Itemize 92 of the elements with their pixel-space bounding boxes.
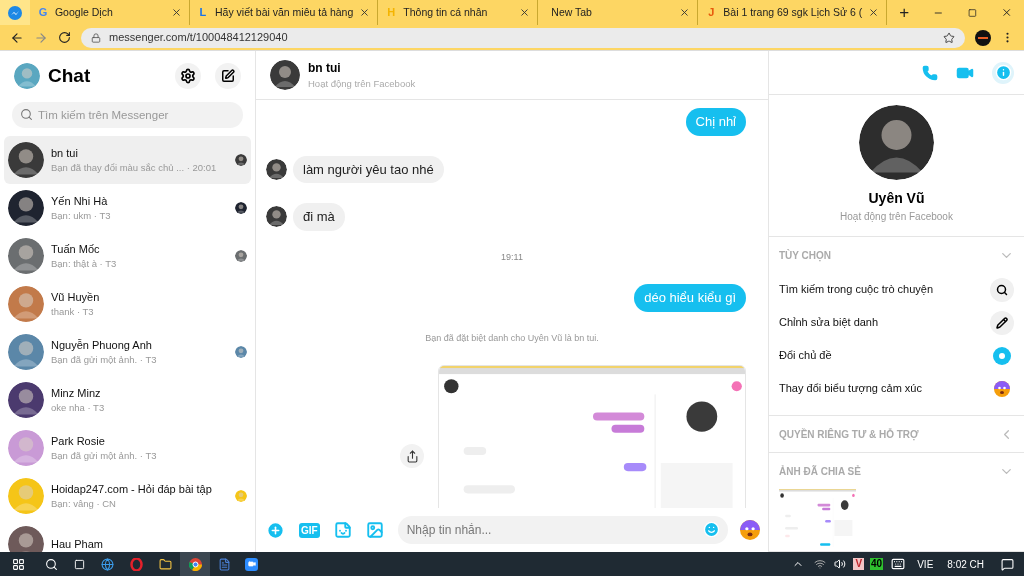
contact-name: Hoidap247.com - Hỏi đáp bài tập xyxy=(51,481,213,497)
document-icon[interactable] xyxy=(218,557,231,571)
contact-name: Tuấn Mốc xyxy=(51,241,101,257)
sent-message: déo hiểu kiểu gì xyxy=(634,284,746,312)
messenger-icon xyxy=(7,5,22,20)
conversation-item[interactable]: bn tui Bạn đã thay đổi màu sắc chủ ... · 20:01 xyxy=(4,136,251,184)
gear-icon xyxy=(180,68,196,84)
message-preview: thank · T3 xyxy=(51,305,95,320)
emoji-icon xyxy=(740,520,760,540)
folder-icon[interactable] xyxy=(159,557,172,571)
tab-title: New Tab xyxy=(551,4,593,20)
settings-button[interactable] xyxy=(175,63,201,89)
task-view-icon[interactable] xyxy=(74,558,85,570)
close-icon[interactable] xyxy=(359,7,371,18)
opera-icon[interactable] xyxy=(130,557,143,571)
sender-avatar xyxy=(266,158,287,180)
close-icon[interactable] xyxy=(170,7,182,18)
sender-avatar xyxy=(266,206,287,228)
option-item[interactable]: Thay đổi biểu tượng cảm xúc xyxy=(769,372,1024,405)
close-icon[interactable] xyxy=(1000,6,1012,19)
taskbar-app[interactable] xyxy=(180,552,210,576)
contact-name: Vũ Huyền xyxy=(51,289,101,305)
contact-name: Nguyễn Phuong Anh xyxy=(51,337,153,353)
message-preview: Bạn đã gửi một ảnh. · T3 xyxy=(51,353,158,368)
wifi-icon[interactable] xyxy=(814,558,827,570)
share-button[interactable] xyxy=(400,444,424,468)
search-icon xyxy=(990,277,1014,302)
timestamp: 19:11 xyxy=(501,250,523,264)
profile-status: Hoạt động trên Facebook xyxy=(840,210,953,224)
maximize-icon[interactable] xyxy=(967,7,977,18)
received-message: đi mà xyxy=(293,203,345,231)
address-bar[interactable]: messenger.com/t/100048412129040 xyxy=(81,27,965,48)
pencil-icon xyxy=(990,310,1014,335)
received-message: làm người yêu tao nhé xyxy=(293,155,444,183)
search-icon xyxy=(20,108,33,121)
contact-name: Park Rosie xyxy=(51,433,106,449)
tab-title: Google Dịch xyxy=(54,4,114,20)
tray-badge[interactable]: 40 xyxy=(870,558,884,570)
option-item[interactable]: Đổi chủ đề xyxy=(769,339,1024,372)
contact-name: bn tui xyxy=(51,145,79,161)
contact-name: Minz Minz xyxy=(51,385,102,401)
user-avatar xyxy=(14,63,40,89)
tab-title: Hãy viết bài văn miêu tả hàng xyxy=(214,4,354,20)
system-notice: Bạn đã đặt biệt danh cho Uyên Vũ là bn tui. xyxy=(425,331,599,345)
close-icon[interactable] xyxy=(868,7,880,18)
new-tab-button[interactable]: + xyxy=(887,4,922,21)
chrome-icon xyxy=(188,557,202,571)
chat-status: Hoạt động trên Facebook xyxy=(308,76,416,91)
message-field[interactable]: Nhập tin nhắn... xyxy=(397,516,728,544)
back-icon[interactable] xyxy=(10,30,24,45)
emoji-icon xyxy=(994,380,1010,397)
message-preview: Bạn đã gửi một ảnh. · T3 xyxy=(51,449,158,464)
zoom-icon[interactable] xyxy=(245,557,258,571)
site-favicon: H xyxy=(386,5,397,20)
theme-icon xyxy=(993,346,1011,365)
globe-icon[interactable] xyxy=(101,557,114,571)
message-preview: Bạn: vâng · CN xyxy=(51,497,117,512)
keyboard-icon[interactable] xyxy=(891,557,906,571)
site-favicon: G xyxy=(37,5,49,20)
clock[interactable]: 8:02 CH xyxy=(947,556,984,572)
chat-title: bn tui xyxy=(308,59,342,77)
contact-name: Yến Nhi Hà xyxy=(51,193,109,209)
chat-heading: Chat xyxy=(48,63,92,88)
message-preview: oke nha · T3 xyxy=(51,401,106,416)
notification-icon[interactable] xyxy=(1001,557,1014,571)
tab-title: Thông tin cá nhân xyxy=(403,4,489,20)
site-favicon: J xyxy=(707,5,716,20)
share-icon xyxy=(405,449,419,463)
tab-title: Bài 1 trang 69 sgk Lịch Sử 6 ( xyxy=(723,4,863,20)
start-icon[interactable] xyxy=(12,557,25,571)
compose-icon xyxy=(221,69,235,83)
sent-message: Chị nhỉ xyxy=(685,108,746,136)
option-item[interactable]: Chỉnh sửa biệt danh xyxy=(769,306,1024,339)
option-item[interactable]: Tìm kiếm trong cuộc trò chuyện xyxy=(769,273,1024,306)
contact-name: Hau Pham xyxy=(51,536,104,552)
message-preview: Bạn đã thay đổi màu sắc chủ ... · 20:01 xyxy=(51,161,218,176)
chat-avatar xyxy=(270,60,300,90)
volume-icon[interactable] xyxy=(834,558,847,570)
tray-badge[interactable]: V xyxy=(853,558,865,570)
message-preview: Bạn: ukm · T3 xyxy=(51,209,112,224)
browser-tab[interactable] xyxy=(0,0,30,25)
language-indicator[interactable]: VIE xyxy=(917,556,934,572)
reload-icon[interactable] xyxy=(58,31,71,44)
profile-avatar[interactable] xyxy=(975,29,991,46)
search-icon[interactable] xyxy=(45,557,58,571)
message-preview: Bạn: thật à · T3 xyxy=(51,257,118,272)
close-icon[interactable] xyxy=(519,7,531,18)
site-favicon: L xyxy=(198,5,208,20)
profile-name: Uyên Vũ xyxy=(868,189,925,208)
close-icon[interactable] xyxy=(679,7,691,18)
search-field[interactable]: Tìm kiếm trên Messenger xyxy=(12,102,243,128)
compose-button[interactable] xyxy=(215,63,241,89)
